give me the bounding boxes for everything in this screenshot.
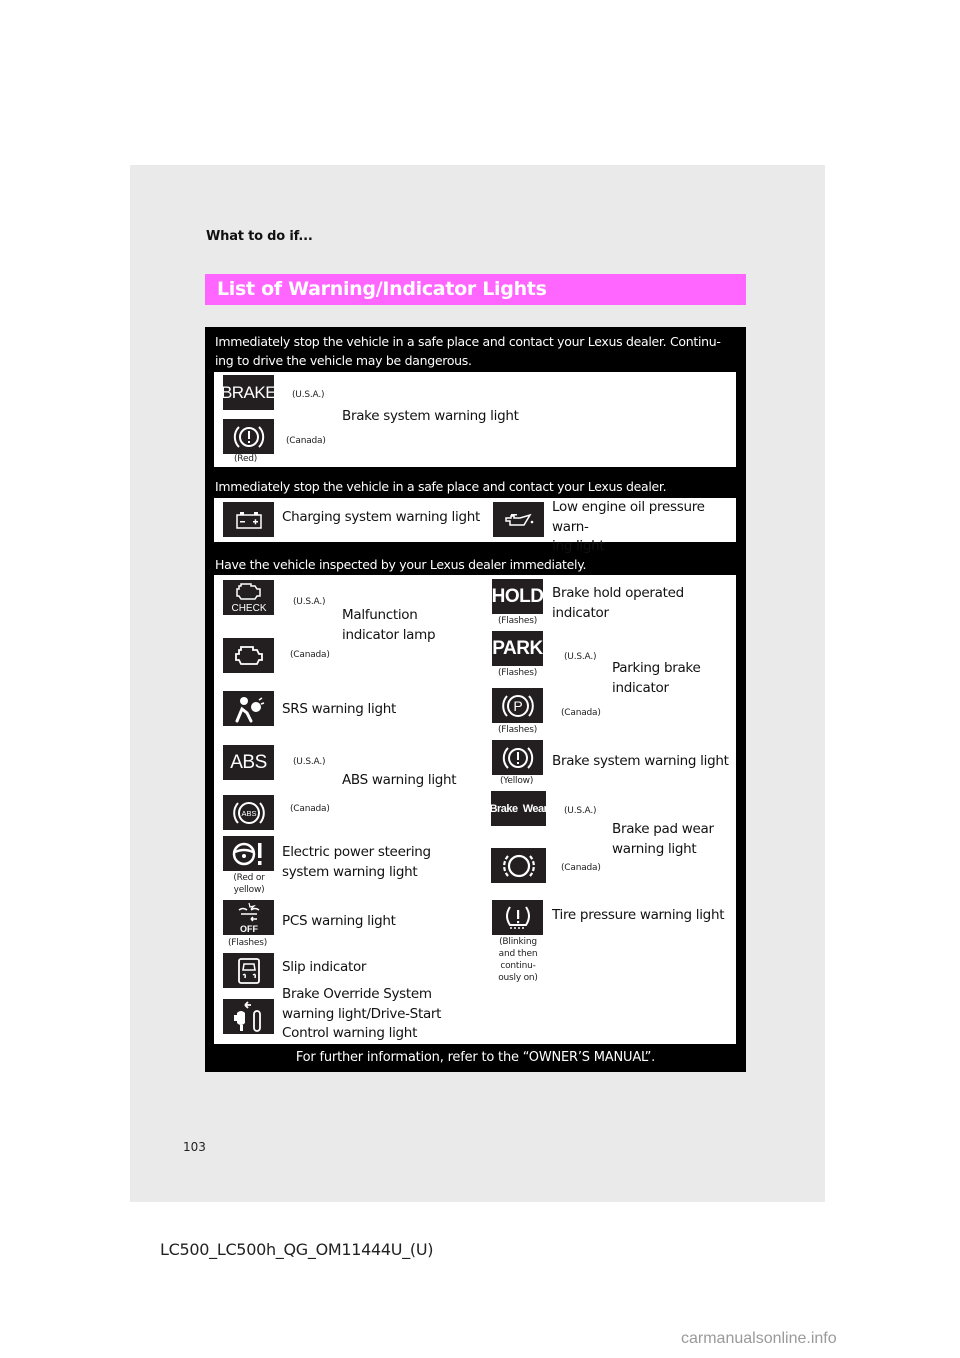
label-line: Parking brake	[612, 660, 701, 676]
icon-text: Brake Wear	[489, 802, 548, 815]
icon-text: HOLD	[491, 585, 544, 607]
brake-wear-text-icon: Brake Wear	[489, 791, 548, 826]
engine-check-icon: CHECK	[223, 580, 274, 615]
tire-pressure-icon	[492, 900, 543, 935]
light-label: Brake system warning light	[342, 408, 519, 424]
warning-lights-table: Immediately stop the vehicle in a safe p…	[205, 327, 746, 1072]
brake-text-icon: BRAKE	[220, 375, 277, 410]
note-line: and then	[498, 949, 538, 959]
svg-text:OFF: OFF	[240, 924, 258, 934]
light-label: Malfunction indicator lamp	[342, 606, 436, 645]
icon-text: ABS	[230, 751, 267, 773]
label-line: warning light/Drive-Start	[282, 1005, 442, 1022]
page-number: 103	[183, 1140, 206, 1154]
region-note: (Canada)	[561, 708, 601, 718]
light-label: Tire pressure warning light	[552, 907, 725, 923]
color-note: (Red)	[234, 454, 258, 464]
region-note: (Canada)	[290, 804, 330, 814]
document-id: LC500_LC500h_QG_OM11444U_(U)	[160, 1240, 434, 1259]
group-heading-inspect: Have the vehicle inspected by your Lexus…	[215, 557, 587, 572]
region-note: (U.S.A.)	[564, 806, 597, 816]
heading-line: Immediately stop the vehicle in a safe p…	[215, 334, 721, 349]
label-line: Brake pad wear	[612, 821, 714, 837]
steering-warning-icon	[223, 836, 274, 871]
label-line: ing light	[552, 538, 605, 554]
note-line: (Red or	[233, 873, 265, 883]
region-note: (U.S.A.)	[564, 652, 597, 662]
label-line: Brake Override System	[282, 986, 432, 1002]
label-line: Control warning light	[282, 1025, 418, 1041]
region-note: (Canada)	[290, 650, 330, 660]
group-body-stop: Charging system warning light Low engine…	[214, 498, 736, 554]
light-label: SRS warning light	[282, 701, 396, 717]
note-line: yellow)	[233, 885, 265, 895]
svg-text:ABS: ABS	[241, 809, 256, 818]
region-note: (Canada)	[561, 863, 601, 873]
label-line: Low engine oil pressure warn-	[552, 499, 705, 535]
brake-pad-circle-icon	[491, 848, 546, 883]
region-note: (U.S.A.)	[293, 757, 326, 767]
icon-text: BRAKE	[220, 382, 277, 402]
light-label: Brake pad wear warning light	[612, 820, 714, 859]
group-heading-stop-dangerous: Immediately stop the vehicle in a safe p…	[215, 332, 721, 370]
engine-icon	[223, 638, 274, 673]
light-label: ABS warning light	[342, 772, 457, 788]
color-note: (Yellow)	[500, 776, 534, 786]
oil-can-icon	[493, 502, 544, 537]
color-note: (Red or yellow)	[225, 872, 273, 896]
light-label: Charging system warning light	[282, 509, 480, 525]
label-line: system warning light	[282, 863, 418, 880]
light-label: Brake Override System warning light/Driv…	[282, 985, 441, 1044]
region-note: (U.S.A.)	[292, 390, 325, 400]
light-label: Brake system warning light	[552, 753, 729, 769]
airbag-icon	[223, 691, 274, 726]
group-heading-stop: Immediately stop the vehicle in a safe p…	[215, 479, 667, 494]
page-title: List of Warning/Indicator Lights	[217, 278, 547, 300]
svg-text:CHECK: CHECK	[231, 603, 266, 614]
abs-text-icon: ABS	[223, 745, 274, 780]
note-line: (Blinking	[499, 937, 537, 947]
note-line: continu-	[500, 961, 536, 971]
light-label: Low engine oil pressure warn- ing light	[552, 498, 736, 557]
pcs-off-icon: OFF	[223, 900, 274, 935]
hold-icon: HOLD	[491, 579, 544, 614]
light-label: Slip indicator	[282, 959, 367, 975]
light-label: PCS warning light	[282, 913, 396, 929]
label-line: warning light	[612, 840, 697, 857]
section-header: What to do if...	[206, 229, 313, 244]
brake-override-icon	[223, 999, 274, 1034]
region-note: (Canada)	[286, 436, 326, 446]
park-text-icon: PARK	[492, 631, 543, 666]
brake-warning-circle-icon	[223, 419, 274, 454]
battery-icon	[223, 502, 274, 537]
slip-icon	[223, 953, 274, 988]
flash-note: (Flashes)	[498, 616, 538, 626]
flash-note: (Flashes)	[228, 938, 268, 948]
abs-circle-icon: ABS	[223, 795, 274, 830]
group-body-stop-dangerous: BRAKE (U.S.A.) (Canada) (Red) Brake syst…	[214, 372, 736, 467]
watermark-link[interactable]: carmanualsonline.info	[681, 1330, 837, 1348]
svg-text:P: P	[513, 698, 522, 714]
light-label: Brake hold operated indicator	[552, 585, 684, 621]
note-line: ously on)	[498, 973, 538, 983]
flash-note: (Flashes)	[498, 725, 538, 735]
brake-warning-circle-icon	[492, 740, 543, 775]
label-line: Electric power steering	[282, 844, 431, 860]
blink-note: (Blinking and then continu- ously on)	[498, 936, 538, 984]
label-line: Malfunction	[342, 607, 418, 623]
group-body-inspect: CHECK (U.S.A.) (Canada) Malfunction indi…	[214, 575, 736, 1044]
light-label: Parking brake indicator	[612, 659, 701, 698]
region-note: (U.S.A.)	[293, 597, 326, 607]
heading-line: ing to drive the vehicle may be dangerou…	[215, 353, 472, 368]
label-line: indicator lamp	[342, 626, 436, 643]
light-label: Electric power steering system warning l…	[282, 843, 431, 882]
parking-brake-circle-icon: P	[492, 688, 543, 723]
owners-manual-reference: For further information, refer to the “O…	[295, 1050, 656, 1065]
title-bar: List of Warning/Indicator Lights	[205, 274, 746, 305]
flash-note: (Flashes)	[498, 668, 538, 678]
icon-text: PARK	[492, 637, 543, 659]
label-line: indicator	[612, 679, 669, 696]
